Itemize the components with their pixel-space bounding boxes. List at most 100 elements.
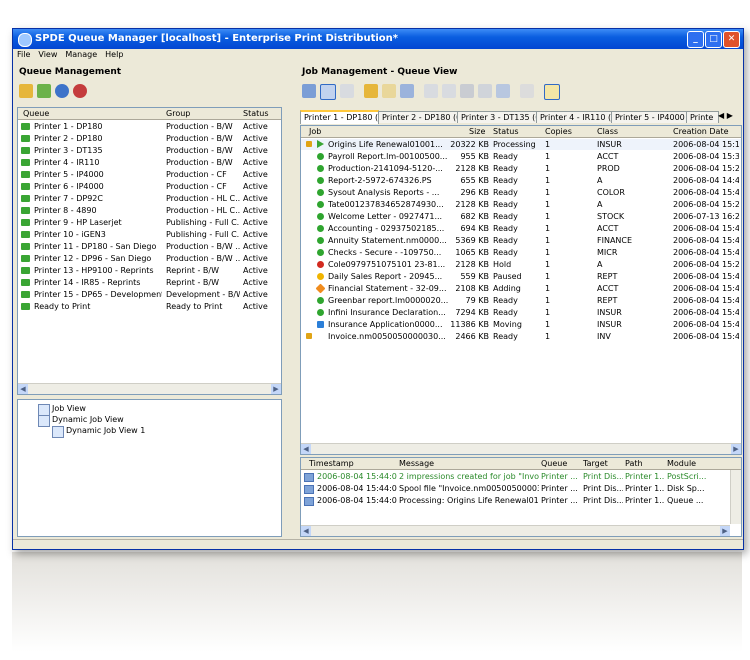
table-row[interactable]: Printer 1 - DP180 Production - B/W Active <box>18 121 281 132</box>
pencil-icon[interactable] <box>382 84 396 98</box>
table-row[interactable]: Production-2141094-5120-... 2128 KB Ready 1… <box>301 163 741 174</box>
notes-icon[interactable] <box>544 84 560 100</box>
table-row[interactable]: Printer 15 - DP65 - Development Developme… <box>18 289 281 300</box>
export-icon[interactable] <box>496 84 510 98</box>
tab-printer-1[interactable]: Printer 1 - DP180 (17) <box>300 110 379 124</box>
scroll-right-icon[interactable]: ▶ <box>731 444 741 454</box>
table-row[interactable]: Printer 11 - DP180 - San Diego Production… <box>18 241 281 252</box>
table-row[interactable]: Annuity Statement.nm0000... 5369 KB Ready 1… <box>301 235 741 246</box>
copy-icon[interactable] <box>340 84 354 98</box>
job-copies: 1 <box>545 320 551 329</box>
binoculars-icon[interactable] <box>302 84 316 98</box>
table-row[interactable]: Printer 7 - DP92C Production - HL C... Act… <box>18 193 281 204</box>
table-row[interactable]: Ready to Print Ready to Print Active <box>18 301 281 312</box>
menu-help[interactable]: Help <box>101 49 127 60</box>
queue-list-hscrollbar[interactable]: ◀ ▶ <box>18 383 281 394</box>
column-status[interactable]: Status <box>493 127 519 136</box>
scroll-left-icon[interactable]: ◀ <box>301 526 311 536</box>
duplicate-icon[interactable] <box>424 84 438 98</box>
column-module[interactable]: Module <box>667 459 696 468</box>
table-row[interactable]: Printer 3 - DT135 Production - B/W Active <box>18 145 281 156</box>
table-row[interactable]: Welcome Letter - 0927471... 682 KB Ready 1 S… <box>301 211 741 222</box>
scroll-left-icon[interactable]: ◀ <box>18 384 28 394</box>
column-job[interactable]: Job <box>309 127 321 136</box>
scroll-right-icon[interactable]: ▶ <box>271 384 281 394</box>
close-button[interactable]: ✕ <box>723 31 740 48</box>
tree-item-job-view[interactable]: Job View <box>52 404 86 413</box>
table-row[interactable]: Printer 2 - DP180 Production - B/W Active <box>18 133 281 144</box>
maximize-button[interactable]: □ <box>705 31 722 48</box>
tab-printer-4[interactable]: Printer 4 - IR110 (0) <box>536 111 613 123</box>
table-row[interactable]: Checks - Secure - -109750... 1065 KB Ready… <box>301 247 741 258</box>
table-row[interactable]: Cole0979751075101 23-81... 2128 KB Hold 1 A 2… <box>301 259 741 270</box>
tree-item-dynamic-job-view[interactable]: Dynamic Job View <box>52 415 124 424</box>
move-job-icon[interactable] <box>400 84 414 98</box>
status-bar <box>13 539 743 549</box>
view-jobs-icon[interactable] <box>320 84 336 100</box>
table-row[interactable]: Infini Insurance Declaration... 7294 KB Re… <box>301 307 741 318</box>
refresh-icon[interactable] <box>55 84 69 98</box>
job-list-hscrollbar[interactable]: ◀ ▶ <box>301 443 741 454</box>
print-icon[interactable] <box>460 84 474 98</box>
tree-item-dynamic-job-view-1[interactable]: Dynamic Job View 1 <box>66 426 145 435</box>
tab-printer-6[interactable]: Printe <box>686 111 719 123</box>
remove-queue-icon[interactable] <box>73 84 87 98</box>
queue-group: Production - HL C... <box>166 206 240 215</box>
menu-file[interactable]: File <box>13 49 34 60</box>
table-row[interactable]: Report-2-5972-674326.PS 655 KB Ready 1 A 2006… <box>301 175 741 186</box>
table-row[interactable]: Printer 13 - HP9100 - Reprints Reprint - … <box>18 265 281 276</box>
table-row[interactable]: Tate001237834652874930... 2128 KB Ready 1 A 2… <box>301 199 741 210</box>
lock-icon <box>306 333 312 339</box>
table-row[interactable]: Daily Sales Report - 20945... 559 KB Pause… <box>301 271 741 282</box>
scroll-right-icon[interactable]: ▶ <box>720 526 730 536</box>
table-row[interactable]: Greenbar report.lm0000020... 79 KB Ready 1 R… <box>301 295 741 306</box>
add-queue-icon[interactable] <box>37 84 51 98</box>
column-queue[interactable]: Queue <box>541 459 567 468</box>
table-row[interactable]: Sysout Analysis Reports - ... 296 KB Ready… <box>301 187 741 198</box>
column-size[interactable]: Size <box>469 127 485 136</box>
tab-printer-3[interactable]: Printer 3 - DT135 (0) <box>457 111 538 123</box>
table-row[interactable]: Insurance Application0000... 11386 KB Movi… <box>301 319 741 330</box>
table-row[interactable]: Printer 8 - 4890 Production - HL C... Acti… <box>18 205 281 216</box>
table-row[interactable]: Printer 4 - IR110 Production - B/W Active <box>18 157 281 168</box>
column-group[interactable]: Group <box>166 109 190 118</box>
column-status[interactable]: Status <box>243 109 269 118</box>
tab-printer-2[interactable]: Printer 2 - DP180 (0) <box>378 111 459 123</box>
table-row[interactable]: Printer 14 - IR85 - Reprints Reprint - B/… <box>18 277 281 288</box>
table-row[interactable]: Invoice.nm0050050000030... 2466 KB Ready 1 I… <box>301 331 741 342</box>
column-queue[interactable]: Queue <box>23 109 49 118</box>
settings-icon[interactable] <box>478 84 492 98</box>
minimize-button[interactable]: _ <box>687 31 704 48</box>
delete-icon[interactable] <box>520 84 534 98</box>
table-row[interactable]: Printer 6 - IP4000 Production - CF Active <box>18 181 281 192</box>
table-row[interactable]: Printer 12 - DP96 - San Diego Production … <box>18 253 281 264</box>
menu-manage[interactable]: Manage <box>61 49 101 60</box>
table-row[interactable]: 2006-08-04 15:44:02 Processing: Origins L… <box>301 495 730 506</box>
table-row[interactable]: 2006-08-04 15:44:02 Spool file "Invoice.n… <box>301 483 730 494</box>
table-row[interactable]: Printer 5 - IP4000 Production - CF Active <box>18 169 281 180</box>
table-row[interactable]: Origins Life Renewal01001... 20322 KB Proc… <box>301 139 741 150</box>
table-row[interactable]: Accounting - 02937502185... 694 KB Ready 1 A… <box>301 223 741 234</box>
split-icon[interactable] <box>442 84 456 98</box>
column-timestamp[interactable]: Timestamp <box>309 459 354 468</box>
log-vscrollbar[interactable] <box>730 470 741 524</box>
edit-job-icon[interactable] <box>364 84 378 98</box>
scroll-left-icon[interactable]: ◀ <box>301 444 311 454</box>
tab-scroll-icon[interactable]: ◀ ▶ <box>718 111 733 120</box>
table-row[interactable]: Financial Statement - 32-09... 2108 KB Add… <box>301 283 741 294</box>
column-creation-date[interactable]: Creation Date <box>673 127 729 136</box>
menu-view[interactable]: View <box>34 49 61 60</box>
tab-printer-5[interactable]: Printer 5 - IP4000 (0) <box>611 111 688 123</box>
column-message[interactable]: Message <box>399 459 434 468</box>
table-row[interactable]: 2006-08-04 15:44:02 2 impressions created… <box>301 471 730 482</box>
queue-list-header: Queue Group Status <box>18 108 281 120</box>
table-row[interactable]: Payroll Report.lm-00100500... 955 KB Ready… <box>301 151 741 162</box>
column-copies[interactable]: Copies <box>545 127 572 136</box>
column-target[interactable]: Target <box>583 459 608 468</box>
log-hscrollbar[interactable]: ◀ ▶ <box>301 525 730 536</box>
column-class[interactable]: Class <box>597 127 618 136</box>
table-row[interactable]: Printer 9 - HP Laserjet Publishing - Full… <box>18 217 281 228</box>
edit-queue-icon[interactable] <box>19 84 33 98</box>
column-path[interactable]: Path <box>625 459 643 468</box>
table-row[interactable]: Printer 10 - iGEN3 Publishing - Full C...… <box>18 229 281 240</box>
